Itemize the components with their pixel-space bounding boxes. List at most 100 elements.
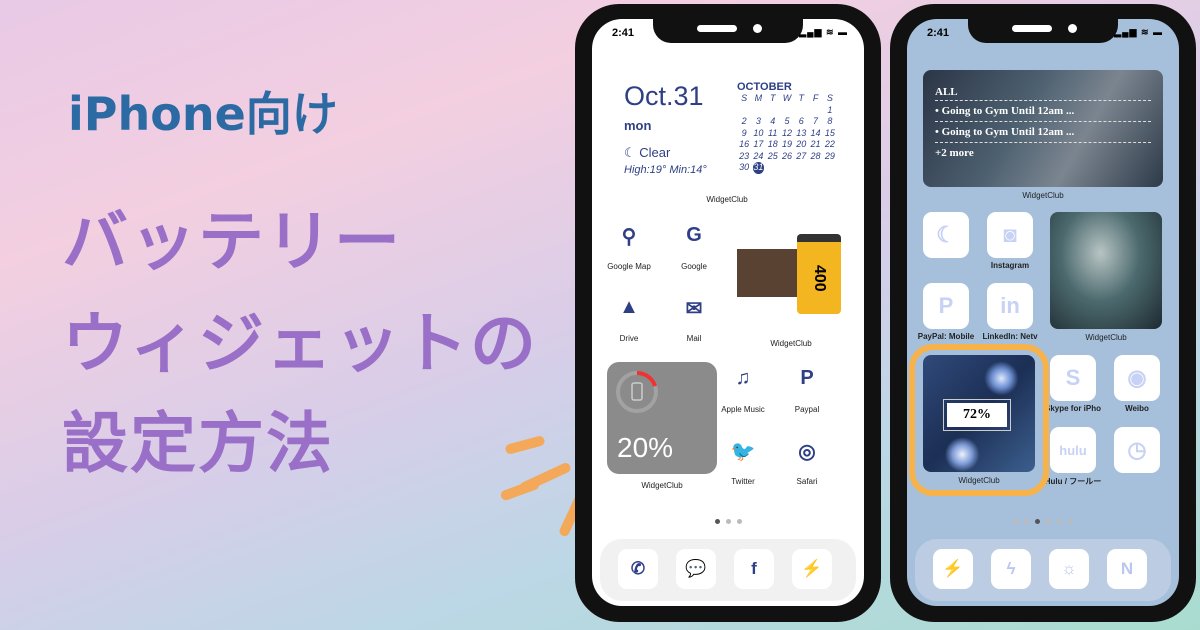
status-time: 2:41 (612, 27, 635, 39)
headline-setup: 設定方法 (62, 405, 334, 482)
page-dot[interactable] (736, 519, 742, 524)
calendar-day-header: S (826, 93, 833, 103)
weekday-text: mon (624, 118, 652, 133)
dock-phone[interactable]: ✆ (618, 549, 658, 589)
app-label: Safari (796, 477, 818, 486)
clock-icon: ◷ (1114, 427, 1160, 473)
calendar-day: 3 (755, 116, 761, 126)
dock-bolt[interactable]: ϟ (991, 549, 1031, 589)
app-weibo[interactable]: ◉ Weibo (1114, 355, 1164, 417)
calendar-day: 1 (827, 104, 833, 115)
messenger-icon: ⚡ (942, 559, 964, 578)
battery-percent: 20% (617, 432, 674, 463)
paypal-icon: P (923, 283, 969, 329)
calendar-day: 21 (810, 139, 821, 149)
status-icons: ▂▄▆ ≋ ▬ (799, 27, 848, 37)
page-dot[interactable] (714, 519, 720, 524)
drive-icon: ▲ (619, 296, 639, 318)
app-paypal[interactable]: P Paypal (772, 367, 842, 427)
notion-icon: N (1120, 559, 1134, 578)
app-label: Apple Music (721, 405, 765, 414)
mail-icon: ✉ (685, 298, 703, 320)
calendar-day (794, 105, 808, 117)
paypal-icon: P (800, 367, 814, 389)
page-dot[interactable] (1046, 519, 1051, 524)
page-dot[interactable] (725, 519, 731, 524)
temps-text: High:19° Min:14° (624, 164, 707, 176)
app-label: Google Map (607, 262, 651, 271)
app-linkedin-netv[interactable]: in LinkedIn: Netv (982, 283, 1038, 345)
calendar-day: 19 (781, 139, 792, 149)
calendar-day: 14 (810, 127, 821, 138)
calendar-day-header: S (741, 93, 748, 103)
calendar-day-header: T (769, 93, 776, 103)
bolt-icon: ϟ (1006, 559, 1016, 578)
app-instagram[interactable]: ◙ Instagram (987, 212, 1037, 274)
calendar-day: 31 (752, 162, 764, 174)
skype-icon: S (1050, 355, 1096, 401)
calendar-day: 10 (753, 127, 764, 138)
app-apple-music[interactable]: ♫ Apple Music (708, 367, 778, 427)
calendar-day: 30 (739, 162, 750, 172)
page-dots[interactable] (907, 511, 1179, 529)
moon-icon: ☾ (923, 212, 969, 258)
dock-weather[interactable]: ☼ (1049, 549, 1089, 589)
page-dot[interactable] (1035, 519, 1040, 524)
angel-widget[interactable] (1050, 212, 1162, 329)
film-widget[interactable]: 400 (737, 229, 847, 314)
app-twitter[interactable]: 🐦 Twitter (708, 439, 778, 499)
app-google[interactable]: G Google (659, 224, 729, 284)
app-google-map[interactable]: ⚲ Google Map (594, 224, 664, 284)
reminder-widget[interactable]: ALL • Going to Gym Until 12am ... • Goin… (923, 70, 1163, 187)
battery-widget[interactable]: 20% (607, 362, 717, 474)
reminder-more: +2 more (935, 147, 974, 159)
app-moon-icon[interactable]: ☾ (923, 212, 973, 274)
widget-label: WidgetClub (1022, 191, 1064, 200)
app-label: Hulu / フールー (1044, 477, 1102, 486)
film-text: 400 (797, 234, 841, 314)
music-icon: ♫ (735, 367, 751, 389)
dock-facebook[interactable]: f (734, 549, 774, 589)
app-safari[interactable]: ◎ Safari (772, 439, 842, 499)
dock-messenger[interactable]: ⚡ (792, 549, 832, 589)
calendar-day: 20 (796, 139, 807, 149)
dock: ⚡ ϟ ☼ N (915, 539, 1171, 601)
calendar-month: OCTOBER (737, 81, 792, 93)
dock-message[interactable]: 💬 (676, 549, 716, 589)
battery-widget[interactable]: 72% (923, 355, 1035, 472)
app-paypal-mobile[interactable]: P PayPal: Mobile (918, 283, 974, 345)
widget-label: WidgetClub (706, 195, 748, 204)
app-label: Weibo (1125, 404, 1149, 413)
dock-messenger[interactable]: ⚡ (933, 549, 973, 589)
page-dot[interactable] (1057, 519, 1062, 524)
page-dots[interactable] (592, 511, 864, 529)
calendar-day: 11 (768, 127, 778, 138)
page-dot[interactable] (1013, 519, 1018, 524)
phone-icon: ✆ (630, 559, 646, 578)
calendar-day: 26 (781, 150, 792, 161)
calendar-day-header: M (754, 93, 763, 103)
page-dot[interactable] (1024, 519, 1029, 524)
app-label: Mail (686, 334, 702, 343)
date-weather-widget[interactable]: Oct.31 mon ☾ Clear High:19° Min:14° (624, 81, 707, 176)
moon-icon: ☾ (624, 145, 640, 160)
calendar-day: 13 (796, 127, 807, 138)
calendar-day: 12 (781, 127, 792, 138)
app-drive[interactable]: ▲ Drive (594, 296, 664, 356)
twitter-icon: 🐦 (730, 441, 756, 463)
app-mail[interactable]: ✉ Mail (659, 296, 729, 356)
app-skype-for-ipho[interactable]: S Skype for iPho (1045, 355, 1101, 417)
app-label: Instagram (990, 261, 1030, 270)
app-hulu-[interactable]: hulu Hulu / フールー (1045, 427, 1101, 489)
app-clock-icon[interactable]: ◷ (1114, 427, 1164, 489)
page-dot[interactable] (1068, 519, 1073, 524)
battery-percent: 72% (947, 403, 1007, 427)
calendar-day: 29 (824, 150, 835, 161)
calendar-widget[interactable]: OCTOBER S M T W T F S 1 2 3 4 5 6 7 8 9 10 11 12 13 14 15 16 17… (737, 81, 837, 174)
calendar-day-header: W (782, 93, 792, 103)
status-time: 2:41 (927, 27, 950, 39)
calendar-day (808, 105, 822, 117)
calendar-day: 22 (824, 139, 835, 149)
dock-notion[interactable]: N (1107, 549, 1147, 589)
calendar-day (823, 162, 837, 174)
